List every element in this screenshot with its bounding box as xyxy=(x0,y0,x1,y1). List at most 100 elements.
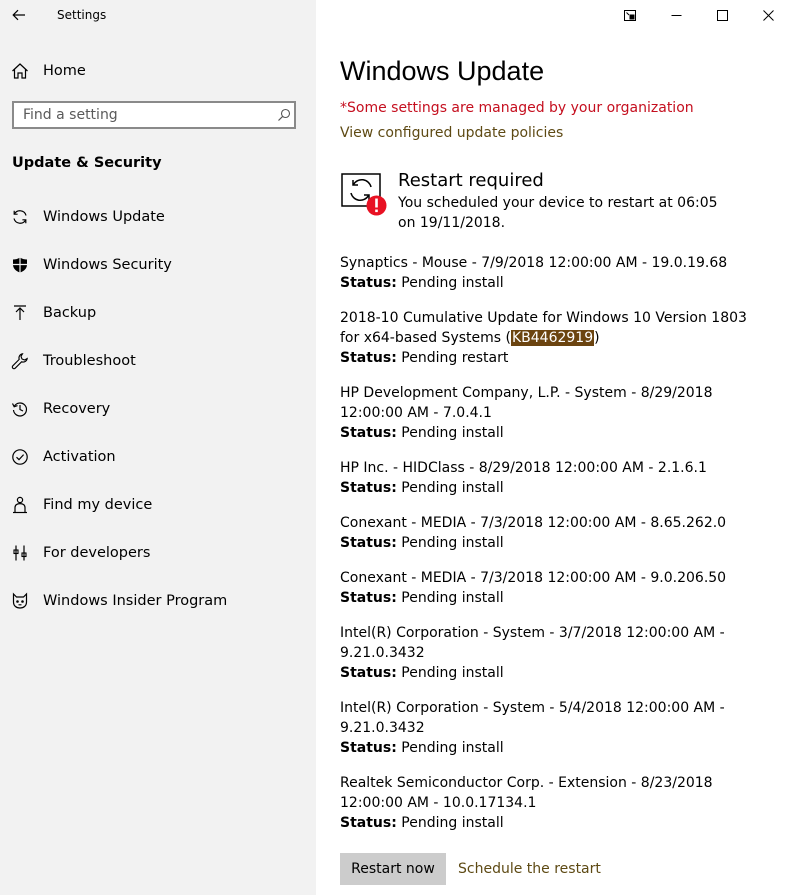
sidebar-item-windows-security[interactable]: Windows Security xyxy=(0,241,316,289)
sync-icon xyxy=(10,207,30,227)
status-value: Pending install xyxy=(401,535,504,551)
status-label: Status: xyxy=(340,350,397,366)
status-value: Pending restart xyxy=(401,350,509,366)
sidebar-item-windows-insider-program[interactable]: Windows Insider Program xyxy=(0,577,316,625)
update-name-suffix: ) xyxy=(594,330,600,346)
update-name: Conexant - MEDIA - 7/3/2018 12:00:00 AM … xyxy=(340,515,727,531)
status-value: Pending install xyxy=(401,740,504,756)
main-pane: Windows Update *Some settings are manage… xyxy=(316,0,791,895)
status-value: Pending install xyxy=(401,480,504,496)
status-value: Pending install xyxy=(401,665,504,681)
status-label: Status: xyxy=(340,425,397,441)
update-status: Status: Pending install xyxy=(340,273,760,293)
wrench-icon xyxy=(10,351,30,371)
caption-buttons xyxy=(607,0,791,30)
sidebar-item-label: Recovery xyxy=(43,401,111,417)
update-status: Status: Pending install xyxy=(340,533,760,553)
sidebar-item-recovery[interactable]: Recovery xyxy=(0,385,316,433)
status-label: Status: xyxy=(340,740,397,756)
search-box xyxy=(12,101,296,129)
restart-now-button[interactable]: Restart now xyxy=(340,853,446,885)
update-status: Status: Pending install xyxy=(340,588,760,608)
titlebar-left: Settings xyxy=(0,0,316,30)
status-label: Status: xyxy=(340,665,397,681)
minimize-button[interactable] xyxy=(653,0,699,30)
search-input[interactable] xyxy=(14,106,271,124)
status-label: Status: xyxy=(340,480,397,496)
maximize-button[interactable] xyxy=(699,0,745,30)
restart-title: Restart required xyxy=(398,170,544,191)
sidebar-item-label: Find my device xyxy=(43,497,153,513)
update-name: Conexant - MEDIA - 7/3/2018 12:00:00 AM … xyxy=(340,570,727,586)
home-icon xyxy=(10,61,30,81)
update-status: Status: Pending install xyxy=(340,738,760,758)
managed-notice: *Some settings are managed by your organ… xyxy=(340,100,694,116)
update-status: Status: Pending install xyxy=(340,423,760,443)
status-value: Pending install xyxy=(401,275,504,291)
sidebar-item-find-my-device[interactable]: Find my device xyxy=(0,481,316,529)
list-item: Intel(R) Corporation - System - 3/7/2018… xyxy=(340,623,760,683)
back-button[interactable] xyxy=(0,0,38,30)
home-nav-item[interactable]: Home xyxy=(0,56,316,86)
list-item: Conexant - MEDIA - 7/3/2018 12:00:00 AM … xyxy=(340,513,760,553)
shield-icon xyxy=(10,255,30,275)
update-name: Synaptics - Mouse - 7/9/2018 12:00:00 AM… xyxy=(340,255,728,271)
sidebar-item-backup[interactable]: Backup xyxy=(0,289,316,337)
update-name: Intel(R) Corporation - System - 3/7/2018… xyxy=(340,625,725,661)
schedule-restart-link[interactable]: Schedule the restart xyxy=(458,861,601,877)
status-label: Status: xyxy=(340,275,397,291)
update-name: HP Inc. - HIDClass - 8/29/2018 12:00:00 … xyxy=(340,460,707,476)
list-item: Realtek Semiconductor Corp. - Extension … xyxy=(340,773,760,833)
update-status: Status: Pending install xyxy=(340,663,760,683)
back-arrow-icon xyxy=(12,9,25,21)
list-item: HP Development Company, L.P. - System - … xyxy=(340,383,760,443)
status-label: Status: xyxy=(340,590,397,606)
list-item: HP Inc. - HIDClass - 8/29/2018 12:00:00 … xyxy=(340,458,760,498)
sidebar-item-label: Backup xyxy=(43,305,97,321)
list-item: Intel(R) Corporation - System - 5/4/2018… xyxy=(340,698,760,758)
sidebar-item-label: For developers xyxy=(43,545,151,561)
updates-list: Synaptics - Mouse - 7/9/2018 12:00:00 AM… xyxy=(340,253,760,833)
page-title: Windows Update xyxy=(340,56,545,86)
sidebar-item-label: Windows Security xyxy=(43,257,172,273)
sidebar-item-activation[interactable]: Activation xyxy=(0,433,316,481)
sidebar-item-label: Windows Update xyxy=(43,209,165,225)
view-policies-link[interactable]: View configured update policies xyxy=(340,124,760,142)
update-status: Status: Pending restart xyxy=(340,348,760,368)
settings-window: Settings Home Update & Security xyxy=(0,0,791,895)
sidebar-item-for-developers[interactable]: For developers xyxy=(0,529,316,577)
maximize-icon xyxy=(716,9,728,21)
status-value: Pending install xyxy=(401,815,504,831)
status-value: Pending install xyxy=(401,425,504,441)
restart-description: You scheduled your device to restart at … xyxy=(398,195,718,231)
history-icon xyxy=(10,399,30,419)
status-label: Status: xyxy=(340,535,397,551)
sidebar-item-troubleshoot[interactable]: Troubleshoot xyxy=(0,337,316,385)
nav-list: Windows Update Windows Security Backup T… xyxy=(0,193,316,625)
sidebar-item-windows-update[interactable]: Windows Update xyxy=(0,193,316,241)
content: Windows Update *Some settings are manage… xyxy=(340,52,760,848)
close-icon xyxy=(762,9,774,21)
status-label: Status: xyxy=(340,815,397,831)
restart-required-icon xyxy=(340,170,388,218)
insider-cat-icon xyxy=(10,591,30,611)
sidebar-item-label: Windows Insider Program xyxy=(43,593,228,609)
compact-overlay-icon xyxy=(624,9,636,21)
sidebar-item-label: Activation xyxy=(43,449,116,465)
compact-overlay-button[interactable] xyxy=(607,0,653,30)
list-item: Synaptics - Mouse - 7/9/2018 12:00:00 AM… xyxy=(340,253,760,293)
minimize-icon xyxy=(671,14,681,16)
app-title: Settings xyxy=(57,8,107,22)
search-icon[interactable] xyxy=(274,105,294,125)
restart-required-block: Restart required You scheduled your devi… xyxy=(340,170,760,233)
update-status: Status: Pending install xyxy=(340,813,760,833)
sidebar-item-label: Troubleshoot xyxy=(43,353,136,369)
close-button[interactable] xyxy=(745,0,791,30)
list-item: 2018-10 Cumulative Update for Windows 10… xyxy=(340,308,760,368)
person-location-icon xyxy=(10,495,30,515)
update-name: Intel(R) Corporation - System - 5/4/2018… xyxy=(340,700,725,736)
update-status: Status: Pending install xyxy=(340,478,760,498)
upload-arrow-icon xyxy=(10,303,30,323)
kb-link[interactable]: KB4462919 xyxy=(510,330,595,346)
update-name: HP Development Company, L.P. - System - … xyxy=(340,385,713,421)
